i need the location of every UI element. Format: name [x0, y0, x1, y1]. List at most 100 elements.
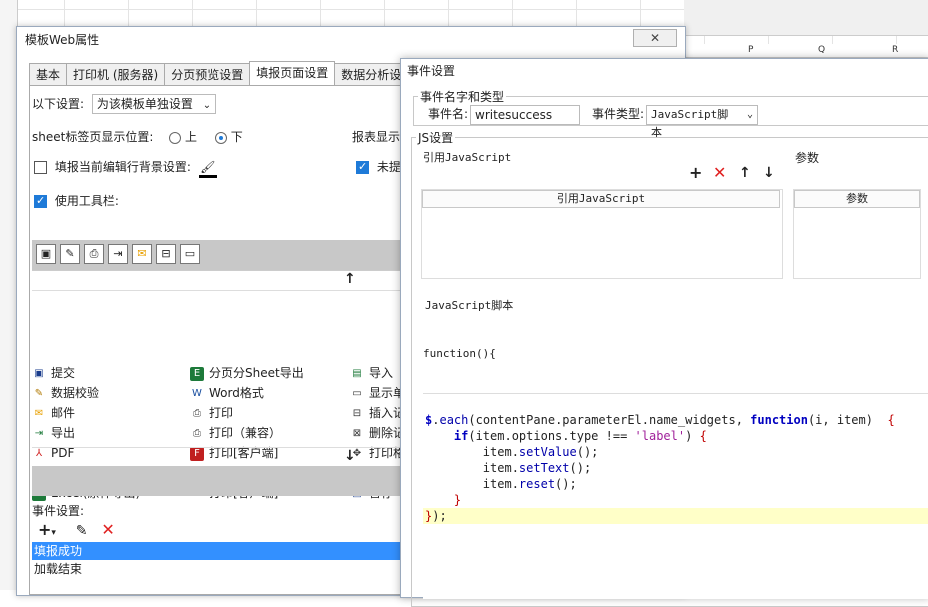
add-js-button[interactable]: + [689, 165, 702, 181]
js-code-editor[interactable]: $.each(contentPane.parameterEl.name_widg… [423, 393, 928, 599]
verify-icon[interactable]: ✎ [60, 244, 80, 264]
toolbar-item[interactable]: ⇥ 导出 [32, 423, 75, 443]
tab-data-analysis[interactable]: 数据分析设 [334, 63, 409, 85]
selected-toolbar-area [32, 466, 408, 496]
toolbar-preview: ▣ ✎ ⎙ ⇥ ✉ ⊟ ▭ [32, 240, 408, 270]
code-line-2: if(item.options.type !== 'label') { [453, 429, 707, 443]
toolbar-item-label: Word格式 [209, 386, 264, 400]
sheet-tab-position-label: sheet标签页显示位置: [32, 130, 154, 144]
toolbar-item[interactable]: ⊠ 删除记 [350, 423, 405, 443]
arrow-down-icon[interactable]: ↓ [344, 448, 356, 464]
toolbar-item-label: 打印 [209, 406, 234, 420]
save-icon: ▣ [32, 366, 46, 381]
toolbar-item-label: 提交 [51, 366, 76, 380]
verify-icon: ✎ [32, 386, 46, 401]
toolbar-item-label: 分页分Sheet导出 [209, 366, 304, 380]
tab-printer-server[interactable]: 打印机 (服务器) [66, 63, 166, 85]
toolbar-item[interactable]: ⊟ 插入记 [350, 403, 405, 423]
ref-js-table: 引用JavaScript [421, 189, 783, 279]
settings-select[interactable]: 为该模板单独设置 ⌄ [91, 94, 217, 114]
toolbar-item[interactable]: ⎙ 打印 [190, 403, 233, 423]
toolbar-item[interactable]: ▤ 导入 [350, 363, 393, 383]
toolbar-item[interactable]: ✉ 邮件 [32, 403, 75, 423]
use-toolbar-label: 使用工具栏: [54, 194, 119, 208]
print-icon[interactable]: ⎙ [84, 244, 104, 264]
column-header-p[interactable]: P [748, 45, 753, 55]
js-settings-group-title: JS设置 [416, 129, 456, 146]
ref-js-label: 引用JavaScript [423, 151, 512, 164]
move-down-js-button[interactable]: ↓ [763, 165, 775, 181]
column-header-r[interactable]: R [892, 45, 898, 55]
edit-event-button[interactable]: ✎ [76, 523, 88, 539]
radio-bottom[interactable] [214, 131, 227, 144]
unsubmitted-checkbox[interactable] [356, 160, 369, 174]
fill-bg-checkbox[interactable] [34, 161, 47, 174]
spreadsheet-toolbar-area [684, 0, 928, 36]
radio-bottom-label: 下 [230, 130, 243, 144]
delete-row-icon: ⊠ [350, 426, 364, 441]
fill-bg-label: 填报当前编辑行背景设置: [54, 160, 191, 174]
radio-top[interactable] [169, 131, 182, 144]
import-icon: ▤ [350, 366, 364, 381]
radio-top-label: 上 [185, 130, 198, 144]
event-type-value: JavaScript脚本 [651, 108, 729, 139]
toolbar-item-label: 打印（兼容） [209, 426, 282, 440]
mail-icon[interactable]: ✉ [132, 244, 152, 264]
code-line-6: } [453, 493, 462, 507]
tab-basic[interactable]: 基本 [29, 63, 68, 85]
event-name-input[interactable]: writesuccess [470, 105, 580, 125]
toolbar-item-label: 数据校验 [51, 386, 100, 400]
event-type-label: 事件类型: [592, 107, 645, 121]
report-display-label: 报表显示 [352, 130, 401, 144]
display-icon: ▭ [350, 386, 364, 401]
js-script-label: JavaScript脚本 [425, 299, 514, 312]
tab-fill-page[interactable]: 填报页面设置 [249, 61, 336, 85]
move-up-row: ↑ [32, 271, 408, 291]
event-item-fill-success[interactable]: 填报成功 [32, 542, 408, 560]
delete-event-button[interactable]: ✕ [101, 520, 114, 539]
event-list: 填报成功 加载结束 [32, 542, 408, 602]
toolbar-item[interactable]: ✎ 数据校验 [32, 383, 99, 403]
insert-row-icon[interactable]: ⊟ [156, 244, 176, 264]
event-type-select[interactable]: JavaScript脚本 ⌄ [646, 105, 758, 139]
tab-bar: 基本 打印机 (服务器) 分页预览设置 填报页面设置 数据分析设 [29, 61, 409, 85]
chevron-down-icon: ⌄ [202, 100, 212, 111]
code-line-1: $.each(contentPane.parameterEl.name_widg… [425, 413, 895, 427]
code-line-4: item.setText(); [425, 461, 592, 475]
paint-bucket-icon[interactable]: 🖌 [198, 160, 217, 178]
tab-page-preview[interactable]: 分页预览设置 [164, 63, 251, 85]
display-icon[interactable]: ▭ [180, 244, 200, 264]
event-settings-dialog: 事件设置 事件名字和类型 事件名: writesuccess 事件类型: Jav… [400, 58, 928, 607]
event-name-label: 事件名: [428, 107, 469, 121]
toolbar-item[interactable]: W Word格式 [190, 383, 264, 403]
function-header: function(){ [423, 347, 496, 360]
code-line-5: item.reset(); [425, 477, 577, 491]
word-icon: W [190, 386, 204, 401]
toolbar-item-label: 导入 [369, 366, 394, 380]
move-up-js-button[interactable]: ↑ [739, 165, 751, 181]
insert-row-icon: ⊟ [350, 406, 364, 421]
use-toolbar-checkbox[interactable] [34, 194, 47, 208]
print-icon: ⎙ [190, 426, 204, 441]
print-icon: ⎙ [190, 406, 204, 421]
toolbar-item[interactable]: ▣ 提交 [32, 363, 75, 383]
toolbar-item[interactable]: ▭ 显示单 [350, 383, 405, 403]
delete-js-button[interactable]: ✕ [713, 165, 726, 181]
params-column-header[interactable]: 参数 [794, 190, 920, 208]
toolbar-item[interactable]: ⎙ 打印（兼容） [190, 423, 281, 443]
params-label: 参数 [795, 151, 820, 165]
event-name-type-group: 事件名字和类型 事件名: writesuccess 事件类型: JavaScri… [413, 88, 928, 139]
toolbar-item-label: 邮件 [51, 406, 76, 420]
close-button[interactable]: ✕ [633, 29, 677, 47]
toolbar-item-label: 导出 [51, 426, 76, 440]
add-event-button[interactable]: +▾ [38, 520, 56, 539]
toolbar-item[interactable]: E 分页分Sheet导出 [190, 363, 304, 383]
mail-icon: ✉ [32, 406, 46, 421]
arrow-up-icon[interactable]: ↑ [344, 271, 356, 287]
ref-js-column-header[interactable]: 引用JavaScript [422, 190, 780, 208]
event-item-load-end[interactable]: 加载结束 [32, 560, 408, 578]
column-header-q[interactable]: Q [818, 45, 825, 55]
column-header-row: P Q R [684, 44, 928, 58]
save-icon[interactable]: ▣ [36, 244, 56, 264]
export-icon[interactable]: ⇥ [108, 244, 128, 264]
